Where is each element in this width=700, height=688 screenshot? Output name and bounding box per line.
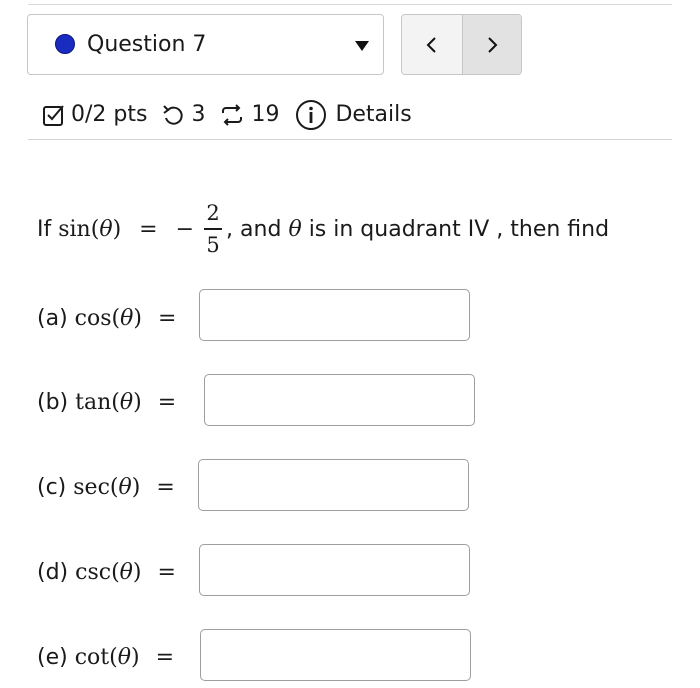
part-c: (c) sec(θ) = [37,460,175,514]
equals-sign: = [157,559,176,585]
chevron-right-icon [488,36,498,53]
part-label: (c) [37,474,67,500]
close-paren: ) [130,644,140,670]
answer-input-c[interactable] [198,459,469,511]
part-e: (e) cot(θ) = [37,630,174,684]
part-func: csc [75,559,112,585]
part-func: tan [75,389,112,415]
equals-sign: = [155,644,174,670]
equals-sign: = [157,389,177,415]
open-paren: ( [111,305,121,331]
question-nav [401,14,522,75]
fraction: 2 5 [204,201,223,257]
part-label: (d) [37,559,69,585]
close-paren: ) [131,474,141,500]
question-var: θ [288,216,302,242]
attempts-count: 19 [251,102,280,127]
info-icon[interactable] [295,99,327,131]
part-label: (b) [37,389,69,415]
fraction-numerator: 2 [206,201,220,226]
header-divider [28,139,672,140]
prev-question-button[interactable] [402,15,463,74]
chevron-left-icon [426,36,436,53]
close-paren: ) [133,389,142,415]
answer-input-e[interactable] [200,629,471,681]
part-label: (a) [37,305,68,331]
question-prefix: If [37,216,52,242]
part-d: (d) csc(θ) = [37,545,176,599]
question-stats: 0/2 pts 3 19 Details [42,95,412,135]
part-var: θ [117,644,131,670]
status-dot-icon [55,34,75,54]
answer-input-b[interactable] [204,374,475,426]
open-paren: ( [111,389,120,415]
part-var: θ [120,305,134,331]
part-var: θ [118,474,132,500]
close-paren: ) [133,305,142,331]
open-paren: ( [109,474,119,500]
part-func: cot [74,644,110,670]
part-a: (a) cos(θ) = [37,291,176,345]
next-question-button[interactable] [463,15,521,74]
minus-sign: − [175,216,195,242]
part-func: sec [73,474,110,500]
retry-icon [219,103,245,127]
part-func: cos [74,305,112,331]
lhs-close-paren: ) [112,216,122,242]
close-paren: ) [132,559,142,585]
part-b: (b) tan(θ) = [37,375,176,429]
lhs-func: sin [58,216,91,242]
question-select[interactable]: Question 7 [27,14,384,75]
question-label: Question 7 [87,32,207,57]
details-link[interactable]: Details [335,102,411,128]
open-paren: ( [109,644,118,670]
equals-sign: = [157,305,177,331]
question-suffix: , and [226,216,282,242]
fraction-denominator: 5 [206,232,220,257]
fraction-bar [204,228,223,230]
part-var: θ [119,389,134,415]
equals-sign: = [156,474,175,500]
undo-count: 3 [191,102,206,127]
caret-down-icon [355,41,369,51]
question-text: If sin(θ) = − 2 5 , and θ is in quadrant… [37,194,609,264]
answer-input-d[interactable] [199,544,470,596]
top-divider [28,4,672,5]
part-var: θ [119,559,133,585]
score-text: 0/2 pts [71,102,148,127]
open-paren: ( [111,559,120,585]
lhs-open-paren: ( [90,216,100,242]
checkbox-icon [42,103,66,127]
answer-input-a[interactable] [199,289,470,341]
part-label: (e) [37,644,68,670]
lhs-var: θ [99,216,113,242]
undo-icon [161,103,185,127]
question-mid: is in quadrant IV , then find [308,216,610,242]
equals-sign: = [139,216,158,242]
